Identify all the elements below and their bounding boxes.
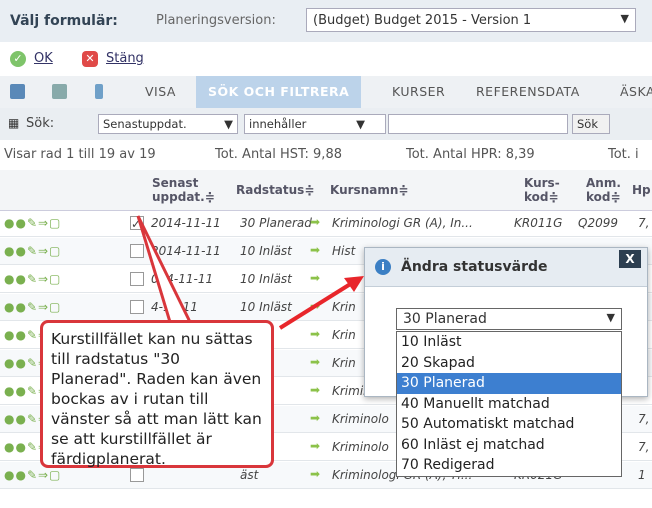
callout-text: Kurstillfället kan nu sättas till radsta…	[51, 330, 262, 468]
callout-pointer	[136, 215, 193, 324]
callout: Kurstillfället kan nu sättas till radsta…	[40, 320, 274, 468]
callout-arrow	[278, 281, 354, 330]
